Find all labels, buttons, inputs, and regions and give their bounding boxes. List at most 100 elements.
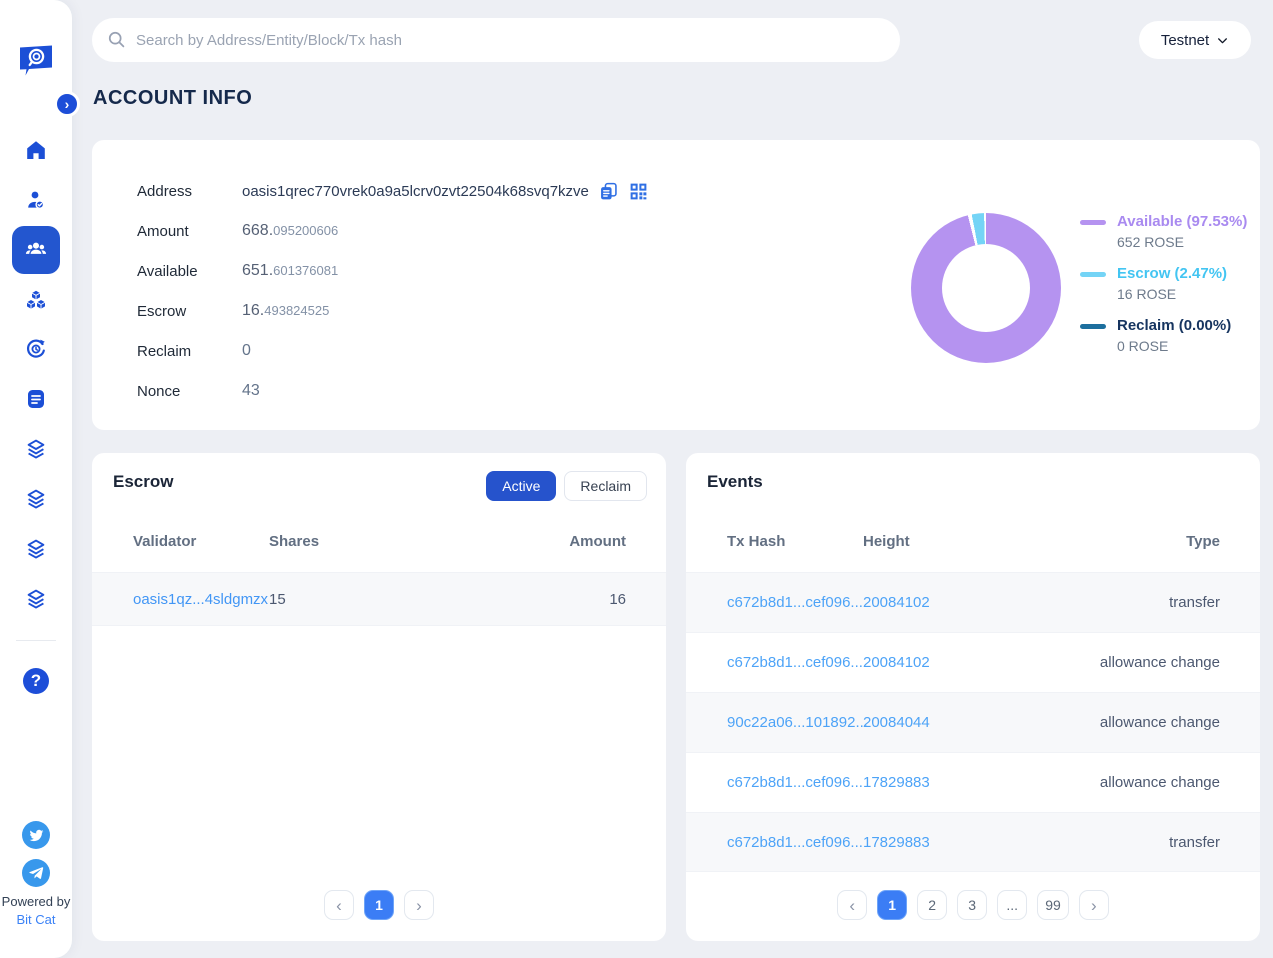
qr-code-icon[interactable] (628, 181, 649, 202)
events-pagination: ‹ 1 2 3 ... 99 › (686, 890, 1260, 920)
sidebar-item-paratime-2[interactable] (12, 475, 60, 523)
amount-fraction: 095200606 (273, 223, 338, 238)
reclaim-label: Reclaim (137, 343, 242, 360)
tx-hash-link[interactable]: c672b8d1...cef096... (727, 654, 863, 671)
prev-page-button[interactable]: ‹ (324, 890, 354, 920)
tx-hash-link[interactable]: 90c22a06...101892... (727, 714, 868, 731)
history-cycle-icon (24, 337, 48, 361)
type-cell: allowance change (1070, 774, 1260, 791)
available-integer: 651. (242, 262, 273, 279)
layers-icon (24, 487, 48, 511)
sidebar: › (0, 0, 72, 958)
sidebar-item-validators[interactable] (12, 176, 60, 224)
sidebar-item-paratime-3[interactable] (12, 525, 60, 573)
header-height: Height (863, 533, 1070, 550)
legend-reclaim-label: Reclaim (0.00%) (1117, 316, 1247, 336)
type-cell: allowance change (1070, 654, 1260, 671)
help-icon: ? (23, 668, 49, 694)
sidebar-expand-button[interactable]: › (54, 91, 80, 117)
tab-active[interactable]: Active (486, 471, 556, 501)
sidebar-item-proposals[interactable] (12, 375, 60, 423)
address-label: Address (137, 183, 242, 200)
height-link[interactable]: 17829883 (863, 834, 930, 851)
legend-reclaim-value: 0 ROSE (1117, 336, 1247, 356)
legend-available-label: Available (97.53%) (1117, 212, 1247, 232)
layers-icon (24, 587, 48, 611)
network-selector[interactable]: Testnet (1139, 21, 1251, 59)
sidebar-item-transactions[interactable] (12, 325, 60, 373)
network-label: Testnet (1161, 32, 1209, 49)
chevron-down-icon (1216, 34, 1229, 47)
legend-available-value: 652 ROSE (1117, 232, 1247, 252)
event-row: 90c22a06...101892... 20084044 allowance … (686, 692, 1260, 752)
page: › (0, 0, 1273, 958)
blocks-cubes-icon (24, 288, 48, 312)
search-input[interactable] (136, 18, 886, 62)
sidebar-item-home[interactable] (12, 126, 60, 174)
events-panel-title: Events (707, 472, 763, 492)
validator-person-icon (24, 188, 48, 212)
tx-hash-link[interactable]: c672b8d1...cef096... (727, 774, 863, 791)
telegram-link[interactable] (22, 859, 50, 887)
home-icon (24, 138, 48, 162)
app-logo-icon[interactable] (16, 38, 56, 78)
twitter-link[interactable] (22, 821, 50, 849)
chevron-right-icon: › (65, 96, 70, 112)
escrow-integer: 16. (242, 302, 264, 319)
page-button-2[interactable]: 2 (917, 890, 947, 920)
height-link[interactable]: 20084044 (863, 714, 930, 731)
height-link[interactable]: 20084102 (863, 594, 930, 611)
event-row: c672b8d1...cef096... 20084102 allowance … (686, 632, 1260, 692)
escrow-table-row: oasis1qz...4sldgmzx 15 16 (92, 572, 666, 626)
next-page-button[interactable]: › (404, 890, 434, 920)
shares-cell: 15 (269, 591, 476, 608)
nonce-value: 43 (242, 382, 260, 400)
prev-page-button[interactable]: ‹ (837, 890, 867, 920)
height-link[interactable]: 17829883 (863, 774, 930, 791)
telegram-icon (29, 866, 44, 881)
page-button-1[interactable]: 1 (877, 890, 907, 920)
height-link[interactable]: 20084102 (863, 654, 930, 671)
type-cell: transfer (1070, 834, 1260, 851)
type-cell: transfer (1070, 594, 1260, 611)
validator-link[interactable]: oasis1qz...4sldgmzx (133, 591, 268, 608)
header-tx-hash: Tx Hash (686, 533, 863, 550)
sidebar-divider (16, 640, 56, 641)
type-cell: allowance change (1070, 714, 1260, 731)
sidebar-item-blocks[interactable] (12, 276, 60, 324)
sidebar-item-help[interactable]: ? (12, 657, 60, 705)
events-table: Tx Hash Height Type c672b8d1...cef096...… (686, 523, 1260, 872)
tab-reclaim[interactable]: Reclaim (564, 471, 647, 501)
address-value: oasis1qrec770vrek0a9a5lcrv0zvt22504k68sv… (242, 183, 589, 200)
escrow-table-header: Validator Shares Amount (92, 523, 666, 559)
field-nonce: Nonce 43 (137, 371, 260, 411)
sidebar-item-paratime-4[interactable] (12, 575, 60, 623)
sidebar-item-paratime-1[interactable] (12, 425, 60, 473)
escrow-table: Validator Shares Amount oasis1qz...4sldg… (92, 523, 666, 626)
powered-by-text: Powered by (0, 894, 72, 909)
escrow-distribution-donut (911, 213, 1061, 363)
copy-icon[interactable] (598, 181, 619, 202)
escrow-fraction: 493824525 (264, 303, 329, 318)
page-button-3[interactable]: 3 (957, 890, 987, 920)
sidebar-item-accounts[interactable] (12, 226, 60, 274)
escrow-tabs: Active Reclaim (486, 471, 647, 501)
page-button-1[interactable]: 1 (364, 890, 394, 920)
events-table-header: Tx Hash Height Type (686, 523, 1260, 559)
legend-escrow-value: 16 ROSE (1117, 284, 1247, 304)
page-button-99[interactable]: 99 (1037, 890, 1069, 920)
nonce-label: Nonce (137, 383, 242, 400)
bitcat-link[interactable]: Bit Cat (0, 912, 72, 927)
tx-hash-link[interactable]: c672b8d1...cef096... (727, 834, 863, 851)
account-info-card: Address oasis1qrec770vrek0a9a5lcrv0zvt22… (92, 140, 1260, 430)
page-ellipsis-button[interactable]: ... (997, 890, 1027, 920)
field-address: Address oasis1qrec770vrek0a9a5lcrv0zvt22… (137, 171, 649, 211)
escrow-panel-title: Escrow (113, 472, 173, 492)
escrow-panel: Escrow Active Reclaim Validator Shares A… (92, 453, 666, 941)
amount-integer: 668. (242, 222, 273, 239)
reclaim-value: 0 (242, 342, 251, 360)
tx-hash-link[interactable]: c672b8d1...cef096... (727, 594, 863, 611)
header-validator: Validator (92, 533, 269, 550)
next-page-button[interactable]: › (1079, 890, 1109, 920)
legend-available: Available (97.53%) 652 ROSE (1080, 212, 1247, 252)
